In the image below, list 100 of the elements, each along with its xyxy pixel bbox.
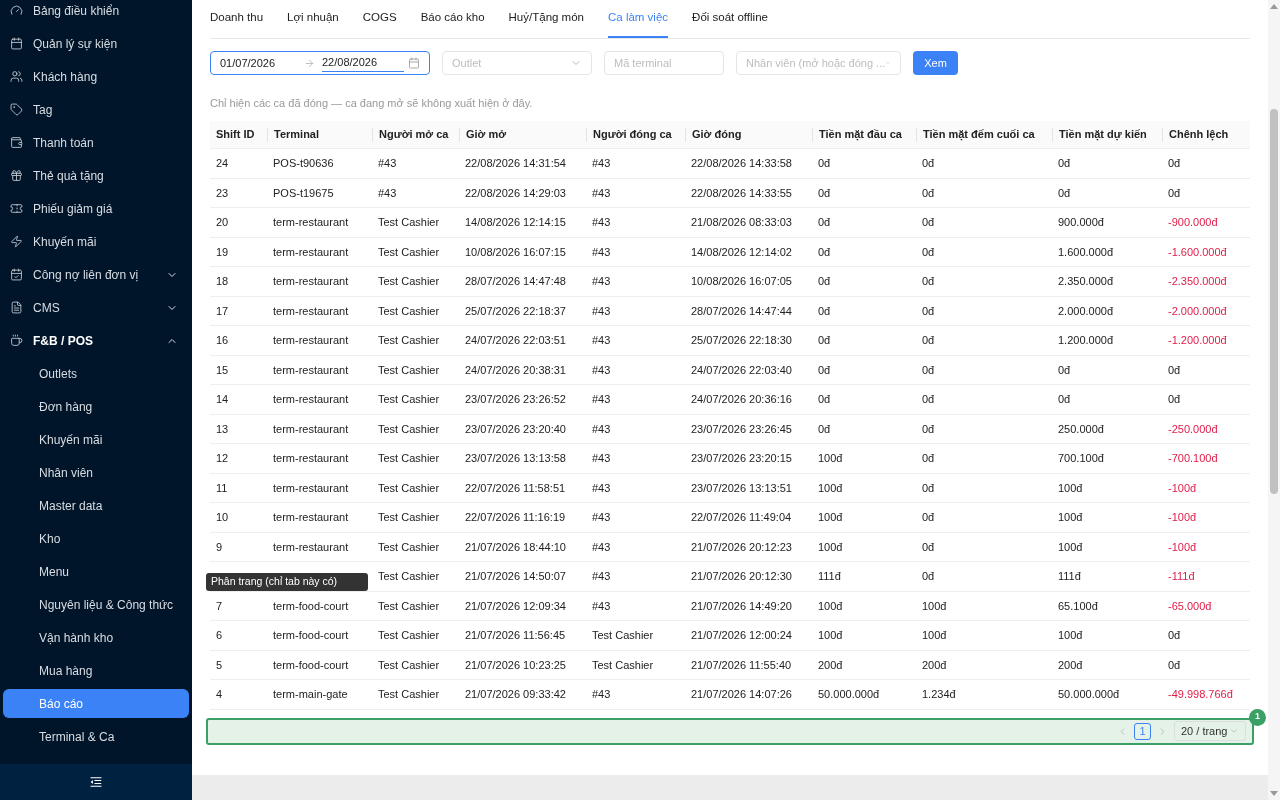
sidebar-subitem[interactable]: Outlets bbox=[0, 357, 192, 390]
table-cell-text: term-restaurant bbox=[273, 480, 349, 496]
table-cell-text: 22/08/2026 14:33:58 bbox=[691, 156, 792, 171]
table-cell-text: term-restaurant bbox=[273, 539, 349, 555]
table-cell-text: #43 bbox=[592, 510, 611, 525]
table-cell-text: #43 bbox=[378, 185, 397, 201]
sidebar-item[interactable]: Khuyến mãi bbox=[0, 225, 192, 258]
sidebar-item[interactable]: Khách hàng bbox=[0, 60, 192, 93]
scrollbar-thumb[interactable] bbox=[1270, 109, 1278, 494]
table-cell-text: -49.998.766đ bbox=[1168, 687, 1233, 702]
table-cell-text: 21/07/2026 09:33:42 bbox=[465, 687, 566, 702]
table-cell-text: 9 bbox=[216, 539, 223, 555]
table-cell-text: 0đ bbox=[1058, 185, 1071, 201]
sidebar-subitem[interactable]: Khuyến mãi bbox=[0, 423, 192, 456]
terminal-field[interactable]: Mã terminal bbox=[604, 51, 724, 75]
table-cell-text: 24/07/2026 20:36:16 bbox=[691, 392, 792, 407]
column-header: Người đóng ca bbox=[592, 127, 672, 143]
table-cell-text: Test Cashier bbox=[378, 628, 440, 643]
end-date: 22/08/2026 bbox=[322, 54, 404, 72]
collapse-icon[interactable] bbox=[89, 775, 103, 789]
sidebar-subitem[interactable]: Nguyên liệu & Công thức bbox=[0, 588, 192, 621]
table-cell-text: Test Cashier bbox=[378, 392, 440, 407]
start-date: 01/07/2026 bbox=[220, 55, 277, 71]
table-cell-text: 21/07/2026 20:12:30 bbox=[691, 569, 792, 584]
sidebar-item[interactable]: Phiếu giảm giá bbox=[0, 192, 192, 225]
table-cell-text: 0đ bbox=[818, 215, 831, 230]
sidebar-subitem[interactable]: Kho bbox=[0, 522, 192, 555]
table-cell-text: #43 bbox=[592, 480, 611, 496]
sidebar-subitem[interactable]: Vận hành kho bbox=[0, 621, 192, 654]
tooltip: Phân trang (chỉ tab này có) bbox=[206, 573, 368, 591]
table-cell-text: 200đ bbox=[922, 657, 947, 673]
table-cell-text: 28/07/2026 14:47:44 bbox=[691, 303, 792, 319]
gauge-icon bbox=[10, 4, 23, 17]
table-cell-text: 100đ bbox=[818, 451, 843, 466]
sidebar-item[interactable]: Thanh toán bbox=[0, 126, 192, 159]
table-cell-text: term-food-court bbox=[273, 628, 349, 643]
date-range-field[interactable]: 01/07/2026 22/08/2026 bbox=[210, 51, 430, 75]
table-cell-text: 0đ bbox=[1168, 156, 1181, 171]
table-cell-text: 100đ bbox=[818, 598, 843, 614]
table-cell-text: #43 bbox=[592, 362, 611, 378]
sidebar-subitem[interactable]: Master data bbox=[0, 489, 192, 522]
table-cell-text: term-restaurant bbox=[273, 303, 349, 319]
sidebar-item[interactable]: Tag bbox=[0, 93, 192, 126]
table-cell-text: term-restaurant bbox=[273, 215, 349, 230]
table-cell-text: #43 bbox=[592, 215, 611, 230]
table-cell-text: 23/07/2026 13:13:51 bbox=[691, 480, 792, 496]
table-cell-text: 0đ bbox=[922, 451, 935, 466]
sidebar-subitem[interactable]: Mua hàng bbox=[0, 654, 192, 687]
table-cell-text: 100đ bbox=[922, 598, 947, 614]
tab[interactable]: Lợi nhuận bbox=[287, 0, 339, 38]
tab[interactable]: Huỷ/Tặng món bbox=[508, 0, 584, 38]
sidebar-subitem[interactable]: Terminal & Ca bbox=[0, 720, 192, 753]
tab[interactable]: Báo cáo kho bbox=[420, 0, 485, 38]
table-cell-text: 100đ bbox=[922, 628, 947, 643]
sidebar-subitem[interactable]: Đơn hàng bbox=[0, 390, 192, 423]
sidebar-item[interactable]: Thẻ quà tặng bbox=[0, 159, 192, 192]
table-cell-text: #43 bbox=[592, 598, 611, 614]
table-cell-text: 21/07/2026 14:49:20 bbox=[691, 598, 792, 614]
sidebar-subitem[interactable]: Nhân viên bbox=[0, 456, 192, 489]
table-cell-text: 0đ bbox=[1168, 628, 1181, 643]
table-cell-text: 22/08/2026 14:29:03 bbox=[465, 185, 566, 201]
table-cell-text: 100đ bbox=[1058, 510, 1083, 525]
column-header: Người mở ca bbox=[378, 127, 449, 143]
tab[interactable]: COGS bbox=[362, 0, 397, 38]
table-cell-text: 0đ bbox=[922, 510, 935, 525]
table-cell-text: Test Cashier bbox=[592, 628, 654, 643]
column-header: Chênh lệch bbox=[1168, 127, 1229, 143]
table-cell-text: 11 bbox=[216, 480, 228, 496]
table-cell-text: term-restaurant bbox=[273, 392, 349, 407]
column-header: Tiền mặt đếm cuối ca bbox=[922, 127, 1035, 143]
tab[interactable]: Ca làm việc bbox=[608, 0, 669, 38]
sidebar-item[interactable]: CMS bbox=[0, 291, 192, 324]
table-cell-text: 0đ bbox=[1058, 392, 1071, 407]
tab[interactable]: Doanh thu bbox=[210, 0, 264, 38]
table-cell-text: 65.100đ bbox=[1058, 598, 1098, 614]
sidebar-subitem[interactable]: Menu bbox=[0, 555, 192, 588]
sidebar-item[interactable]: F&B / POS bbox=[0, 324, 192, 357]
table-cell-text: Test Cashier bbox=[378, 451, 440, 466]
table-cell-text: 1.600.000đ bbox=[1058, 244, 1114, 260]
users-icon bbox=[10, 70, 23, 83]
table-cell-text: Test Cashier bbox=[378, 333, 440, 348]
table-cell-text: term-restaurant bbox=[273, 362, 349, 378]
gift-icon bbox=[10, 169, 23, 182]
sidebar-item[interactable]: Bảng điều khiển bbox=[0, 0, 192, 27]
table-cell-text: 19 bbox=[216, 244, 229, 260]
table-cell-text: 0đ bbox=[818, 244, 831, 260]
sidebar-item[interactable]: Công nợ liên đơn vị bbox=[0, 258, 192, 291]
table-cell-text: Test Cashier bbox=[378, 362, 440, 378]
tab[interactable]: Đối soát offline bbox=[692, 0, 768, 38]
table-cell-text: 0đ bbox=[922, 215, 935, 230]
view-button[interactable]: Xem bbox=[913, 51, 958, 75]
table-cell-text: 22/08/2026 14:33:55 bbox=[691, 185, 792, 201]
sidebar-subitem[interactable]: Báo cáo bbox=[3, 689, 189, 718]
sidebar-item[interactable]: Quản lý sự kiện bbox=[0, 27, 192, 60]
column-header: Tiền mặt dự kiến bbox=[1058, 127, 1147, 143]
page-size-select[interactable]: 20 / trang bbox=[1174, 721, 1246, 741]
column-header: Giờ đóng bbox=[691, 127, 742, 143]
table-cell-text: 0đ bbox=[922, 185, 935, 201]
table-cell-text: 18 bbox=[216, 274, 229, 289]
table-cell-text: -2.000.000đ bbox=[1168, 303, 1227, 319]
